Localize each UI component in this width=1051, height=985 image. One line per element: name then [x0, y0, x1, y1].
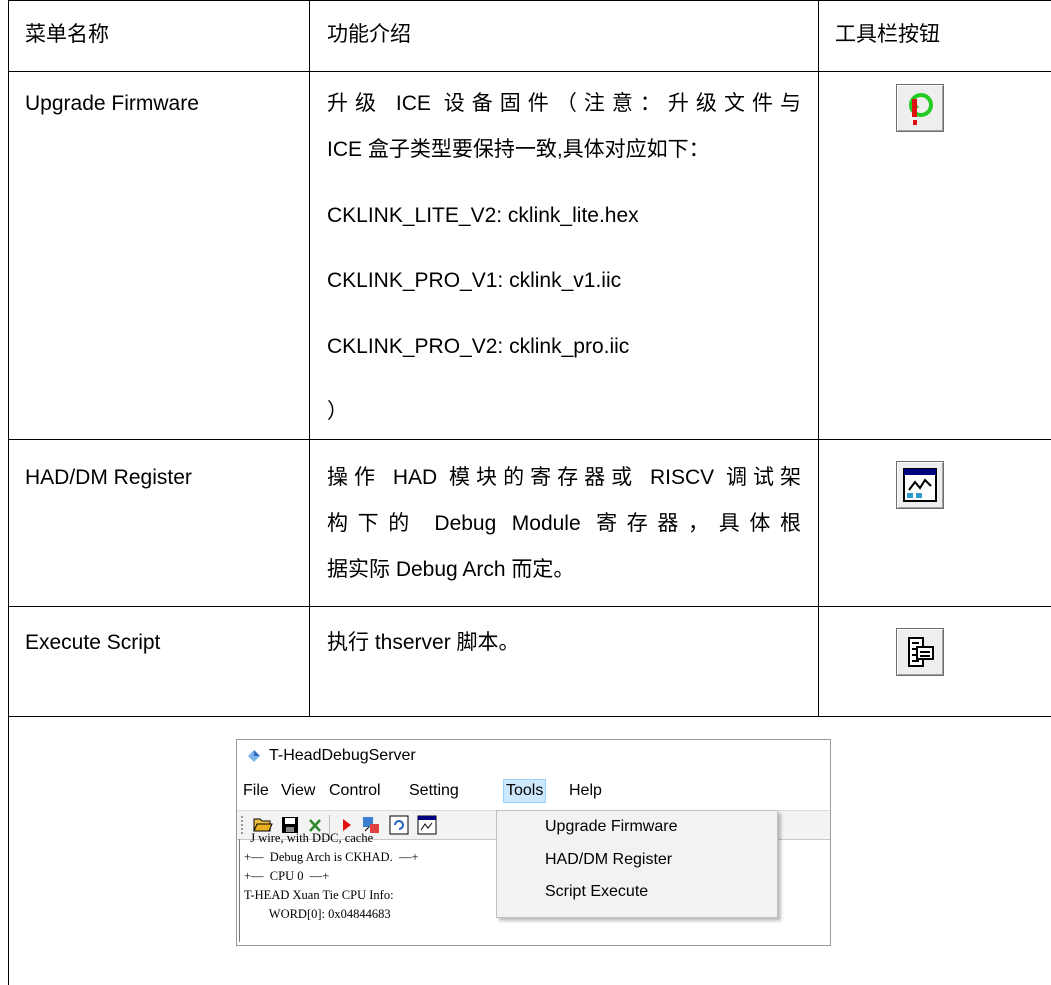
menu-view[interactable]: View: [279, 780, 317, 802]
table-border-header: [8, 71, 1051, 72]
menu-file[interactable]: File: [241, 780, 271, 802]
row-upgrade-firmware-desc-line: 升级 ICE 设备固件（注意：升级文件与: [327, 92, 801, 115]
table-col-divider-2: [818, 0, 819, 717]
row-execute-script-desc-line: 执行 thserver 脚本。: [327, 631, 520, 654]
table-border-row2: [8, 606, 1051, 607]
upgrade-firmware-icon: [896, 84, 944, 132]
table-border-row3: [8, 716, 1051, 717]
app-title: T-HeadDebugServer: [269, 747, 416, 764]
row-had-dm-register-desc-line: 操作 HAD 模块的寄存器或 RISCV 调试架: [327, 466, 801, 489]
refresh-icon[interactable]: [389, 815, 409, 840]
row-had-dm-register-desc-line: 构下的 Debug Module 寄存器，具体根: [327, 512, 801, 535]
console-line: WORD[0]: 0x04844683: [244, 907, 391, 921]
header-function: 功能介绍: [327, 23, 411, 46]
header-toolbar-button: 工具栏按钮: [835, 23, 940, 46]
row-upgrade-firmware-menu: Upgrade Firmware: [25, 92, 199, 115]
row-upgrade-firmware-desc-line: ）: [327, 400, 348, 423]
menu-bar: File View Control Setting Tools Help: [237, 778, 830, 804]
menu-item-had-dm-register[interactable]: HAD/DM Register: [545, 848, 672, 872]
menu-setting[interactable]: Setting: [407, 780, 461, 802]
table-col-divider-1: [309, 0, 310, 717]
row-upgrade-firmware-desc-line: CKLINK_PRO_V2: cklink_pro.iic: [327, 335, 630, 358]
table-border-left: [8, 0, 9, 985]
row-upgrade-firmware-desc-line: CKLINK_LITE_V2: cklink_lite.hex: [327, 204, 639, 227]
menu-control[interactable]: Control: [327, 780, 383, 802]
row-execute-script-menu: Execute Script: [25, 631, 161, 654]
register-window-icon[interactable]: [417, 815, 437, 840]
tools-dropdown-menu: Upgrade Firmware HAD/DM Register Script …: [496, 810, 778, 918]
console-line: +— CPU 0 —+: [244, 869, 330, 883]
row-had-dm-register-menu: HAD/DM Register: [25, 466, 192, 489]
console-line: T-HEAD Xuan Tie CPU Info:: [244, 888, 394, 902]
menu-item-script-execute[interactable]: Script Execute: [545, 880, 648, 904]
menu-help[interactable]: Help: [567, 780, 604, 802]
row-upgrade-firmware-desc-line: ICE 盒子类型要保持一致,具体对应如下：: [327, 138, 710, 161]
app-title-bar: T-HeadDebugServer: [237, 740, 830, 772]
console-line: +— Debug Arch is CKHAD. —+: [244, 850, 419, 864]
menu-item-upgrade-firmware[interactable]: Upgrade Firmware: [545, 815, 677, 839]
menu-tools[interactable]: Tools: [503, 779, 547, 803]
table-border-top: [8, 0, 1051, 1]
table-border-row1: [8, 439, 1051, 440]
script-icon: [896, 628, 944, 676]
row-upgrade-firmware-desc-line: CKLINK_PRO_V1: cklink_v1.iic: [327, 269, 622, 292]
console-line: J wire, with DDC, cache: [244, 831, 374, 845]
header-menu-name: 菜单名称: [25, 23, 109, 46]
register-window-icon: [896, 461, 944, 509]
row-had-dm-register-desc-line: 据实际 Debug Arch 而定。: [327, 558, 575, 581]
app-logo-icon: [247, 749, 261, 763]
